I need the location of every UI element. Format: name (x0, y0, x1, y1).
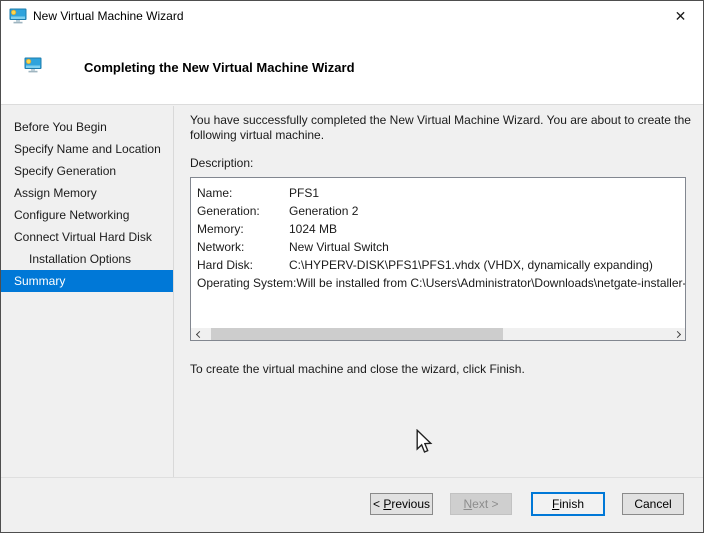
vm-summary-rows: Name: PFS1 Generation: Generation 2 Memo… (197, 184, 685, 292)
summary-label: Memory: (197, 220, 289, 238)
sidebar-divider (173, 106, 174, 477)
chevron-right-icon (673, 330, 680, 337)
description-label: Description: (190, 156, 253, 170)
page-title: Completing the New Virtual Machine Wizar… (84, 60, 355, 75)
vm-wizard-header-icon (24, 57, 42, 73)
close-icon: ✕ (675, 8, 687, 25)
scroll-right-button[interactable] (671, 328, 685, 340)
sidebar-item-specify-generation[interactable]: Specify Generation (1, 160, 173, 182)
summary-row-network: Network: New Virtual Switch (197, 238, 685, 256)
summary-label: Operating System: (197, 274, 296, 292)
vm-summary-box: Name: PFS1 Generation: Generation 2 Memo… (190, 177, 686, 341)
summary-label: Name: (197, 184, 289, 202)
summary-value: Generation 2 (289, 202, 358, 220)
finish-instruction: To create the virtual machine and close … (190, 362, 525, 376)
summary-label: Network: (197, 238, 289, 256)
sidebar-item-configure-networking[interactable]: Configure Networking (1, 204, 173, 226)
sidebar-item-assign-memory[interactable]: Assign Memory (1, 182, 173, 204)
close-button[interactable]: ✕ (658, 1, 703, 31)
sidebar-item-connect-virtual-hard-disk[interactable]: Connect Virtual Hard Disk (1, 226, 173, 248)
summary-label: Hard Disk: (197, 256, 289, 274)
previous-button[interactable]: < Previous (370, 493, 433, 515)
horizontal-scrollbar[interactable] (191, 328, 685, 340)
sidebar-item-specify-name-and-location[interactable]: Specify Name and Location (1, 138, 173, 160)
wizard-window: New Virtual Machine Wizard ✕ Completing … (0, 0, 704, 533)
mouse-cursor (415, 429, 433, 455)
summary-label: Generation: (197, 202, 289, 220)
intro-text: You have successfully completed the New … (190, 113, 696, 142)
scroll-left-button[interactable] (191, 328, 205, 340)
summary-value: PFS1 (289, 184, 319, 202)
scrollbar-thumb[interactable] (211, 328, 503, 340)
wizard-steps-sidebar: Before You Begin Specify Name and Locati… (1, 106, 173, 292)
window-title: New Virtual Machine Wizard (33, 9, 184, 23)
summary-row-name: Name: PFS1 (197, 184, 685, 202)
footer-divider (1, 477, 703, 478)
sidebar-item-summary[interactable]: Summary (1, 270, 173, 292)
summary-row-generation: Generation: Generation 2 (197, 202, 685, 220)
sidebar-item-before-you-begin[interactable]: Before You Begin (1, 116, 173, 138)
finish-button[interactable]: Finish (531, 492, 605, 516)
chevron-left-icon (195, 330, 202, 337)
summary-value: New Virtual Switch (289, 238, 389, 256)
summary-row-operating-system: Operating System: Will be installed from… (197, 274, 685, 292)
summary-value: 1024 MB (289, 220, 337, 238)
cancel-button[interactable]: Cancel (622, 493, 684, 515)
summary-value: C:\HYPERV-DISK\PFS1\PFS1.vhdx (VHDX, dyn… (289, 256, 653, 274)
summary-row-memory: Memory: 1024 MB (197, 220, 685, 238)
vm-wizard-icon (9, 8, 27, 24)
summary-value: Will be installed from C:\Users\Administ… (296, 274, 686, 292)
next-button: Next > (450, 493, 512, 515)
sidebar-item-installation-options[interactable]: Installation Options (1, 248, 173, 270)
summary-row-hard-disk: Hard Disk: C:\HYPERV-DISK\PFS1\PFS1.vhdx… (197, 256, 685, 274)
